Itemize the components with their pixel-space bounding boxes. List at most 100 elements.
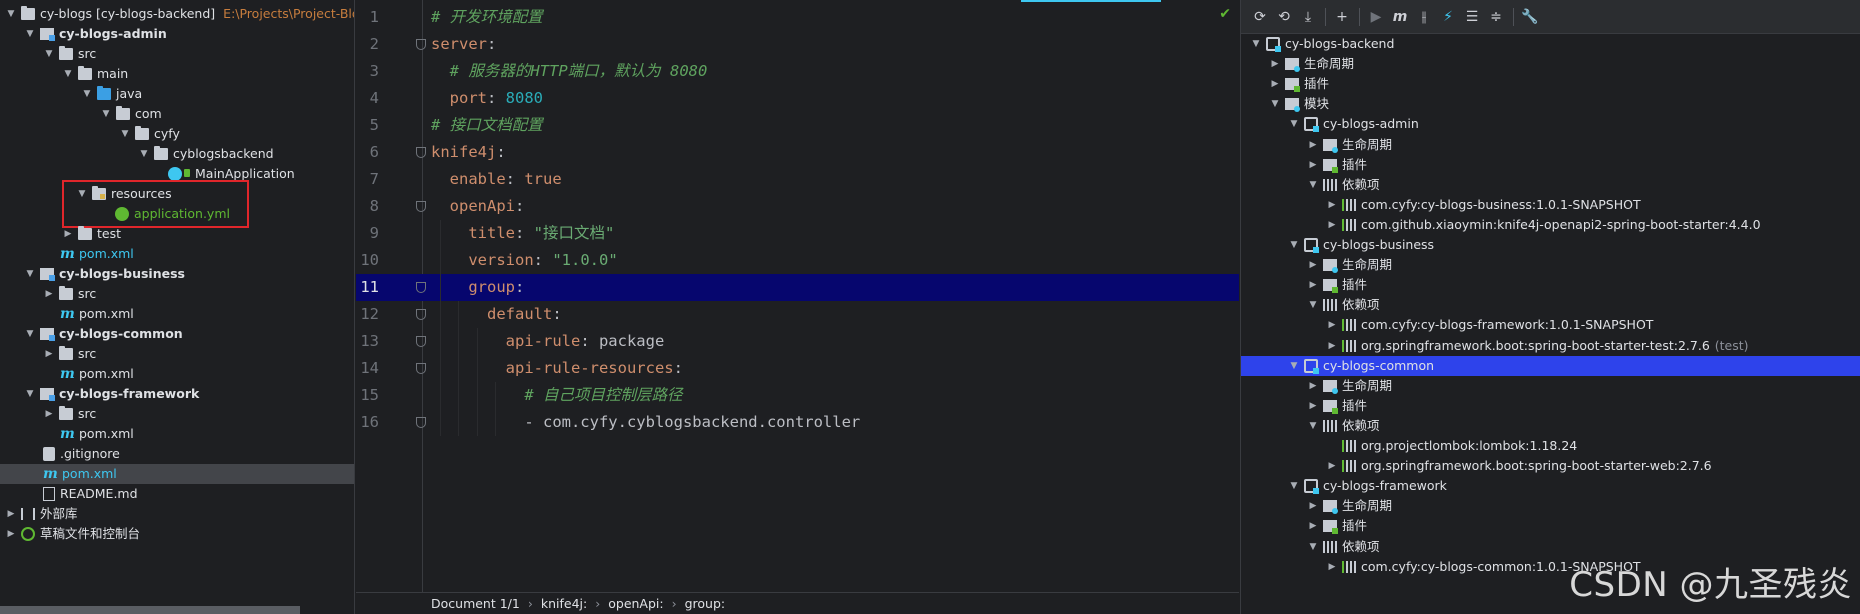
code-line[interactable]: 16 - com.cyfy.cyblogsbackend.controller <box>356 409 1239 436</box>
chevron-down-icon[interactable]: ▼ <box>1289 114 1299 134</box>
fold-marker-icon[interactable] <box>416 336 426 347</box>
chevron-right-icon[interactable]: ▶ <box>1308 255 1318 275</box>
maven-tree-row[interactable]: ▶ 生命周期 <box>1241 54 1860 74</box>
code-line[interactable]: 9 title: "接口文档" <box>356 220 1239 247</box>
line-number[interactable]: 3 <box>356 58 379 85</box>
chevron-down-icon[interactable]: ▼ <box>1289 476 1299 496</box>
chevron-down-icon[interactable]: ▼ <box>1289 356 1299 376</box>
horizontal-scrollbar[interactable] <box>0 606 300 614</box>
tree-item-pom-framework[interactable]: m pom.xml <box>0 424 354 444</box>
fold-marker-icon[interactable] <box>416 147 426 158</box>
tree-item-cy-blogs-framework[interactable]: ▼ cy-blogs-framework <box>0 384 354 404</box>
maven-tree-row[interactable]: ▶ 生命周期 <box>1241 496 1860 516</box>
chevron-right-icon[interactable]: ▶ <box>1308 155 1318 175</box>
chevron-down-icon[interactable]: ▼ <box>1308 537 1318 557</box>
breadcrumb-document[interactable]: Document 1/1 <box>431 596 520 611</box>
tree-item-test[interactable]: ▶ test <box>0 224 354 244</box>
tree-item-pom-common[interactable]: m pom.xml <box>0 364 354 384</box>
fold-marker-icon[interactable] <box>416 201 426 212</box>
breadcrumb-group[interactable]: group: <box>685 596 726 611</box>
line-number[interactable]: 16 <box>356 409 379 436</box>
tree-item-pom-business[interactable]: m pom.xml <box>0 304 354 324</box>
chevron-right-icon[interactable]: ▶ <box>1327 456 1337 476</box>
show-dependencies-icon[interactable]: ☰ <box>1463 8 1481 26</box>
maven-tree-row[interactable]: ▼ 依赖项 <box>1241 175 1860 195</box>
tree-root[interactable]: ▼ cy-blogs [cy-blogs-backend] E:\Project… <box>0 4 354 24</box>
download-icon[interactable]: ⤓ <box>1299 8 1317 26</box>
tree-item-pom-root[interactable]: m pom.xml <box>0 464 354 484</box>
code-line[interactable]: 13 api-rule: package <box>356 328 1239 355</box>
maven-tree-row[interactable]: ▶ 插件 <box>1241 155 1860 175</box>
maven-tree-row[interactable]: ▼ cy-blogs-backend <box>1241 34 1860 54</box>
line-number[interactable]: 15 <box>356 382 379 409</box>
line-number[interactable]: 6 <box>356 139 379 166</box>
maven-tree-row[interactable]: ▶ 插件 <box>1241 516 1860 536</box>
chevron-right-icon[interactable]: ▶ <box>1270 54 1280 74</box>
code-editor[interactable]: ✔ 1 # 开发环境配置 2 server: 3 # 服务器的HTTP端口，默认为 80… <box>356 0 1239 614</box>
line-number[interactable]: 9 <box>356 220 379 247</box>
fold-marker-icon[interactable] <box>416 417 426 428</box>
code-line[interactable]: 6 knife4j: <box>356 139 1239 166</box>
code-line[interactable]: 8 openApi: <box>356 193 1239 220</box>
execute-goal-icon[interactable]: m <box>1391 8 1409 26</box>
chevron-right-icon[interactable]: ▶ <box>1327 215 1337 235</box>
run-icon[interactable]: ▶ <box>1367 8 1385 26</box>
tree-item-cy-blogs-business[interactable]: ▼ cy-blogs-business <box>0 264 354 284</box>
tree-item-cy-blogs-admin[interactable]: ▼ cy-blogs-admin <box>0 24 354 44</box>
line-number[interactable]: 11 <box>356 274 379 301</box>
line-number[interactable]: 12 <box>356 301 379 328</box>
maven-tree-row[interactable]: ▶ com.github.xiaoymin:knife4j-openapi2-sp… <box>1241 215 1860 235</box>
tree-item-java[interactable]: ▼ java <box>0 84 354 104</box>
chevron-down-icon[interactable]: ▼ <box>6 4 16 24</box>
tree-item-gitignore[interactable]: .gitignore <box>0 444 354 464</box>
maven-tree-row[interactable]: ▶org.projectlombok:lombok:1.18.24 <box>1241 436 1860 456</box>
chevron-down-icon[interactable]: ▼ <box>1270 94 1280 114</box>
maven-tree-row[interactable]: ▼ cy-blogs-admin <box>1241 114 1860 134</box>
chevron-right-icon[interactable]: ▶ <box>1327 336 1337 356</box>
line-number[interactable]: 5 <box>356 112 379 139</box>
line-number[interactable]: 1 <box>356 4 379 31</box>
tree-item-src[interactable]: ▶ src <box>0 284 354 304</box>
tree-item-readme[interactable]: README.md <box>0 484 354 504</box>
tree-item-main[interactable]: ▼ main <box>0 64 354 84</box>
tree-item-external-libraries[interactable]: ▶ 外部库 <box>0 504 354 524</box>
maven-tree-row[interactable]: ▶ com.cyfy:cy-blogs-business:1.0.1-SNAPSH… <box>1241 195 1860 215</box>
tree-item-cy-blogs-common[interactable]: ▼ cy-blogs-common <box>0 324 354 344</box>
chevron-down-icon[interactable]: ▼ <box>1308 175 1318 195</box>
code-line[interactable]: 11 group: <box>356 274 1239 301</box>
code-line[interactable]: 2 server: <box>356 31 1239 58</box>
tree-item-src[interactable]: ▼ src <box>0 44 354 64</box>
maven-tree-row[interactable]: ▼ 依赖项 <box>1241 416 1860 436</box>
breadcrumb-openapi[interactable]: openApi: <box>608 596 663 611</box>
chevron-down-icon[interactable]: ▼ <box>1251 34 1261 54</box>
tree-item-cyblogsbackend[interactable]: ▼ cyblogsbackend <box>0 144 354 164</box>
maven-tree-row[interactable]: ▶ org.springframework.boot:spring-boot-st… <box>1241 336 1860 356</box>
tree-item-scratches[interactable]: ▶ 草稿文件和控制台 <box>0 524 354 544</box>
maven-tree-row[interactable]: ▼ 依赖项 <box>1241 295 1860 315</box>
tree-item-src[interactable]: ▶ src <box>0 344 354 364</box>
code-line[interactable]: 7 enable: true <box>356 166 1239 193</box>
chevron-right-icon[interactable]: ▶ <box>1327 195 1337 215</box>
line-number[interactable]: 2 <box>356 31 379 58</box>
toggle-offline-icon[interactable]: ⫲ <box>1415 8 1433 26</box>
chevron-right-icon[interactable]: ▶ <box>1270 74 1280 94</box>
maven-tree-row[interactable]: ▼ 依赖项 <box>1241 537 1860 557</box>
maven-tree-row[interactable]: ▶ 生命周期 <box>1241 376 1860 396</box>
maven-tree-row[interactable]: ▼ cy-blogs-common <box>1241 355 1860 376</box>
chevron-right-icon[interactable]: ▶ <box>1327 315 1337 335</box>
fold-marker-icon[interactable] <box>416 39 426 50</box>
line-number[interactable]: 14 <box>356 355 379 382</box>
chevron-right-icon[interactable]: ▶ <box>1308 275 1318 295</box>
code-line[interactable]: 10 version: "1.0.0" <box>356 247 1239 274</box>
collapse-all-icon[interactable]: ≑ <box>1487 8 1505 26</box>
code-line[interactable]: 15 # 自己项目控制层路径 <box>356 382 1239 409</box>
line-number[interactable]: 4 <box>356 85 379 112</box>
chevron-right-icon[interactable]: ▶ <box>1308 135 1318 155</box>
breadcrumb-knife4j[interactable]: knife4j: <box>541 596 587 611</box>
chevron-right-icon[interactable]: ▶ <box>1327 557 1337 577</box>
maven-tree-row[interactable]: ▶ 插件 <box>1241 275 1860 295</box>
chevron-right-icon[interactable]: ▶ <box>1308 516 1318 536</box>
code-line[interactable]: 5 # 接口文档配置 <box>356 112 1239 139</box>
code-line[interactable]: 3 # 服务器的HTTP端口，默认为 8080 <box>356 58 1239 85</box>
maven-tree-row[interactable]: ▶ 生命周期 <box>1241 255 1860 275</box>
